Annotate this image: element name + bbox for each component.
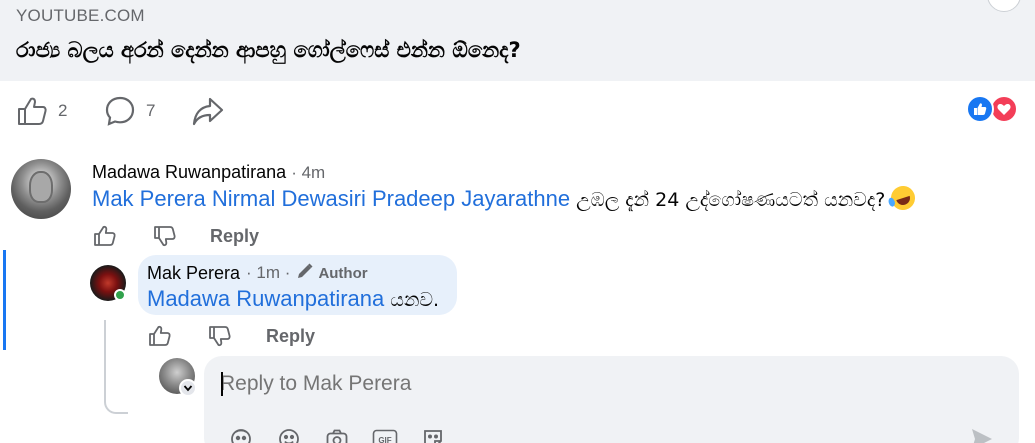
like-icon (16, 95, 48, 127)
comment-timestamp[interactable]: · 4m (291, 163, 325, 182)
thread-highlight-bar (3, 250, 6, 350)
comment-author[interactable]: Madawa Ruwanpatirana (92, 162, 286, 182)
reply-button[interactable]: Reply (266, 326, 315, 347)
preview-close-button[interactable] (987, 0, 1021, 12)
like-count: 2 (58, 101, 68, 120)
reply-mentions[interactable]: Madawa Ruwanpatirana (147, 286, 384, 311)
reply-button[interactable]: Reply (210, 226, 259, 247)
share-icon (191, 95, 225, 127)
comment-mentions[interactable]: Mak Perera Nirmal Dewasiri Pradeep Jayar… (92, 186, 570, 211)
reply-timestamp[interactable]: · 1m · (246, 263, 290, 283)
chevron-down-icon[interactable] (179, 379, 197, 397)
reply-text: යනව. (384, 289, 440, 311)
comment-count: 7 (146, 101, 156, 120)
sticker-icon[interactable] (420, 426, 446, 443)
pencil-icon (296, 262, 314, 284)
preview-headline[interactable]: රාජ්‍ය බලය අරන් දෙන්න ආපහු ගෝල්ෆෙස් එන්න… (16, 38, 521, 63)
thumbs-down-icon[interactable] (206, 322, 234, 350)
comment-actions: Reply (91, 222, 259, 250)
reply-input[interactable] (220, 368, 920, 400)
like-reaction-icon (966, 95, 994, 123)
preview-domain: YOUTUBE.COM (16, 6, 145, 25)
laughing-emoji-icon (888, 182, 919, 214)
reaction-summary[interactable] (966, 95, 1022, 125)
comment-body: Mak Perera Nirmal Dewasiri Pradeep Jayar… (92, 182, 919, 214)
thread-connector-line (104, 320, 128, 414)
comment-text: උඹල දැන් 24 උද්ගෝෂණයටත් යනවද? (570, 189, 892, 211)
send-icon[interactable] (969, 426, 995, 443)
camera-icon[interactable] (324, 426, 350, 443)
online-status-dot (114, 289, 126, 301)
share-action[interactable] (191, 95, 225, 127)
author-badge-label: Author (318, 264, 368, 282)
author-badge: Author (296, 262, 368, 284)
like-action[interactable]: 2 (16, 95, 67, 127)
svg-text:GIF: GIF (378, 436, 391, 443)
comment-icon (104, 95, 136, 127)
reply-body: Madawa Ruwanpatirana යනව. (147, 286, 439, 312)
comment-action[interactable]: 7 (104, 95, 155, 127)
gif-icon[interactable]: GIF (372, 426, 398, 443)
comment-header: Madawa Ruwanpatirana · 4m (92, 162, 325, 183)
thumbs-down-icon[interactable] (151, 222, 179, 250)
emoji-icon[interactable] (276, 426, 302, 443)
reply-actions: Reply (146, 322, 315, 350)
thumbs-up-icon[interactable] (146, 322, 174, 350)
avatar-sticker-icon[interactable] (228, 426, 254, 443)
thumbs-up-icon[interactable] (91, 222, 119, 250)
love-reaction-icon (990, 95, 1018, 123)
commenter-avatar[interactable] (11, 159, 71, 219)
link-preview[interactable]: YOUTUBE.COM රාජ්‍ය බලය අරන් දෙන්න ආපහු ග… (0, 0, 1035, 81)
reply-author[interactable]: Mak Perera (147, 263, 240, 284)
reply-header: Mak Perera · 1m · Author (147, 262, 368, 284)
text-caret (221, 372, 223, 396)
composer-tools: GIF (228, 426, 446, 443)
post-action-bar: 2 7 (0, 81, 1035, 141)
reply-composer: GIF (204, 356, 1019, 443)
